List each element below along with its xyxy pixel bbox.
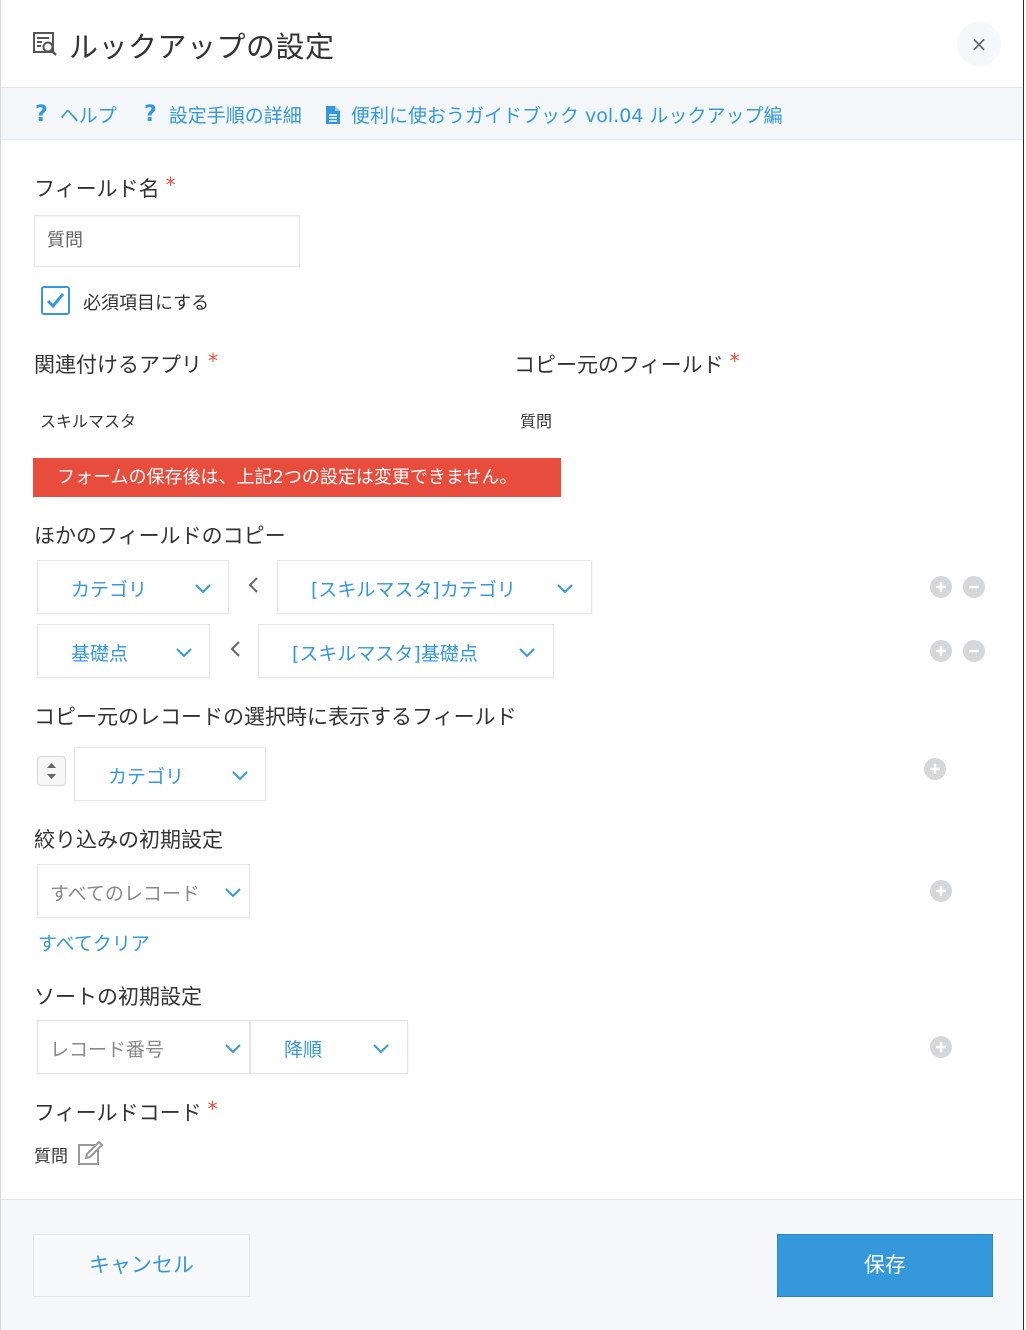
source-field-label: コピー元のフィールド * (514, 349, 740, 377)
chevron-down-icon (519, 648, 535, 658)
copy-source-select-1[interactable]: [スキルマスタ]カテゴリ (277, 560, 592, 614)
checkmark-icon (46, 293, 65, 309)
lookup-icon (33, 32, 57, 56)
related-app-value: スキルマスタ (40, 412, 137, 431)
required-checkbox-label: 必須項目にする (83, 293, 210, 314)
chevron-down-icon (557, 584, 573, 594)
copy-target-select-1[interactable]: カテゴリ (37, 560, 229, 614)
dialog-footer: キャンセル 保存 (1, 1199, 1023, 1330)
setup-steps-label: 設定手順の詳細 (168, 105, 302, 127)
filter-label: 絞り込みの初期設定 (34, 828, 223, 852)
guidebook-label: 便利に使おうガイドブック vol.04 ルックアップ編 (351, 105, 783, 127)
display-fields-label: コピー元のレコードの選択時に表示するフィールド (34, 705, 517, 729)
question-icon: ? (144, 102, 157, 127)
help-link[interactable]: ? ヘルプ (35, 101, 117, 128)
source-field-value: 質問 (520, 412, 553, 431)
chevron-left-icon (248, 577, 258, 593)
field-code-label: フィールドコード * (34, 1097, 218, 1125)
required-checkbox[interactable] (41, 286, 70, 315)
close-button[interactable]: × (957, 22, 1001, 66)
remove-row-button[interactable] (963, 576, 985, 598)
sort-order-select[interactable]: 降順 (250, 1020, 408, 1074)
plus-icon (936, 1042, 946, 1052)
save-button[interactable]: 保存 (777, 1234, 993, 1297)
chevron-down-icon (225, 1044, 241, 1054)
minus-icon (969, 585, 979, 589)
copy-target-select-2[interactable]: 基礎点 (37, 624, 210, 678)
remove-row-button[interactable] (963, 640, 985, 662)
add-row-button[interactable] (930, 640, 952, 662)
sort-field-select[interactable]: レコード番号 (37, 1020, 250, 1074)
plus-icon (930, 764, 940, 774)
plus-icon (936, 646, 946, 656)
chevron-down-icon (373, 1044, 389, 1054)
chevron-left-icon (230, 641, 240, 657)
chevron-down-icon (176, 648, 192, 658)
chevron-down-icon (232, 771, 248, 781)
filter-select[interactable]: すべてのレコード (37, 864, 250, 918)
plus-icon (936, 886, 946, 896)
question-icon: ? (35, 102, 48, 127)
required-mark: * (165, 173, 176, 197)
field-name-label: フィールド名 * (34, 173, 176, 201)
plus-icon (936, 582, 946, 592)
add-filter-button[interactable] (930, 880, 952, 902)
add-display-field-button[interactable] (924, 758, 946, 780)
add-sort-button[interactable] (930, 1036, 952, 1058)
chevron-down-icon (225, 888, 241, 898)
cancel-button[interactable]: キャンセル (33, 1234, 250, 1297)
sort-arrows-icon (47, 763, 56, 779)
clear-all-link[interactable]: すべてクリア (38, 929, 150, 956)
dialog-header: ルックアップの設定 × (1, 0, 1023, 88)
chevron-down-icon (195, 584, 211, 594)
display-field-select-1[interactable]: カテゴリ (74, 747, 266, 801)
required-mark: * (208, 349, 218, 373)
minus-icon (969, 649, 979, 653)
document-icon (326, 105, 340, 124)
required-mark: * (207, 1097, 218, 1121)
sort-label: ソートの初期設定 (34, 985, 202, 1009)
close-icon: × (970, 32, 988, 56)
setup-steps-link[interactable]: ? 設定手順の詳細 (144, 101, 302, 128)
required-mark: * (729, 349, 740, 373)
related-app-label: 関連付けるアプリ * (34, 349, 218, 377)
alert-banner: フォームの保存後は、上記2つの設定は変更できません。 (33, 458, 561, 497)
help-bar: ? ヘルプ ? 設定手順の詳細 便利に使おうガイドブック vol.04 ルックア… (1, 88, 1023, 140)
lookup-settings-dialog: ルックアップの設定 × ? ヘルプ ? 設定手順の詳細 便利に使おうガイドブック… (0, 0, 1024, 1330)
field-name-input[interactable]: 質問 (34, 215, 300, 267)
edit-icon[interactable] (77, 1139, 105, 1167)
help-link-label: ヘルプ (59, 105, 117, 127)
add-row-button[interactable] (930, 576, 952, 598)
guidebook-link[interactable]: 便利に使おうガイドブック vol.04 ルックアップ編 (325, 101, 782, 128)
copy-fields-label: ほかのフィールドのコピー (34, 524, 286, 548)
copy-source-select-2[interactable]: [スキルマスタ]基礎点 (258, 624, 554, 678)
reorder-handle[interactable] (37, 756, 66, 786)
field-code-value: 質問 (34, 1147, 68, 1167)
dialog-title: ルックアップの設定 (69, 30, 335, 64)
